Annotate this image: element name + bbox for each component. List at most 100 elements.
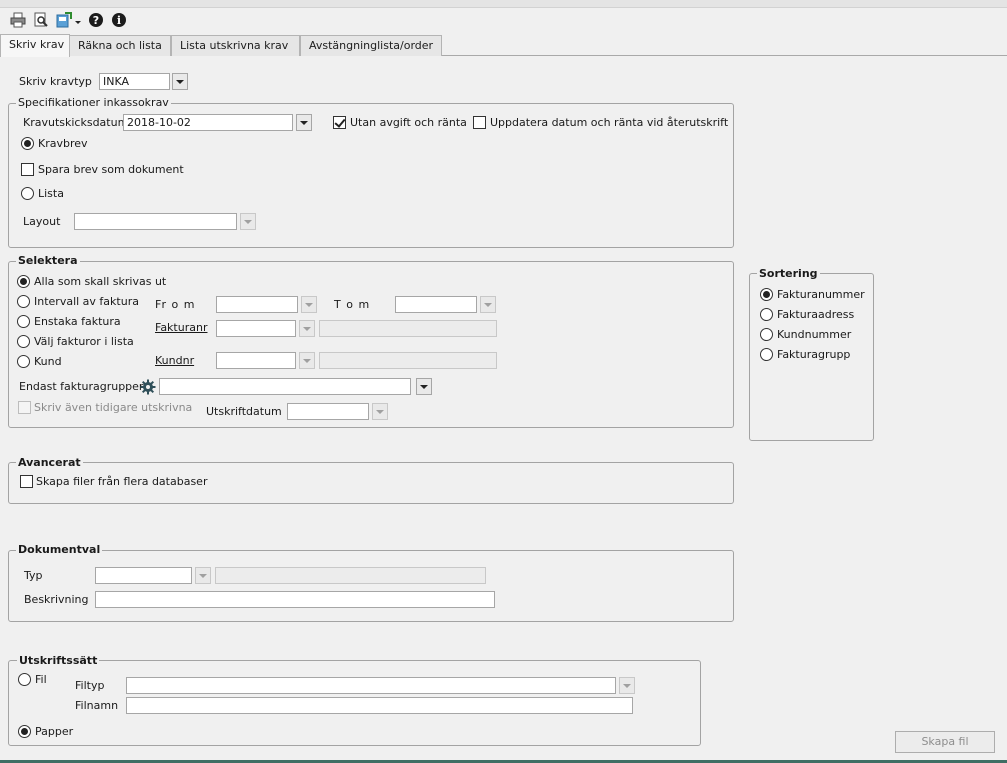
spara-brev-label: Spara brev som dokument xyxy=(38,163,184,176)
papper-radio[interactable] xyxy=(18,725,31,738)
tidigare-checkbox[interactable] xyxy=(18,401,31,414)
kravutskicksdatum-input[interactable]: 2018-10-02 xyxy=(123,114,293,131)
toolbar: ? i xyxy=(0,8,1007,34)
intervall-label: Intervall av faktura xyxy=(34,295,139,308)
lista-radio[interactable] xyxy=(21,187,34,200)
svg-text:i: i xyxy=(117,14,121,27)
spara-brev-checkbox[interactable] xyxy=(21,163,34,176)
sort-fakturagrupp-label: Fakturagrupp xyxy=(777,348,851,361)
utskriftdatum-label: Utskriftdatum xyxy=(206,405,282,418)
fil-label: Fil xyxy=(35,673,47,686)
from-label: Fr o m xyxy=(155,298,196,311)
fakturanr-link[interactable]: Fakturanr xyxy=(155,321,207,334)
spec-group-title: Specifikationer inkassokrav xyxy=(16,96,171,109)
tab-rakna-och-lista[interactable]: Räkna och lista xyxy=(69,35,171,56)
kund-label: Kund xyxy=(34,355,62,368)
kravutskicksdatum-label: Kravutskicksdatum xyxy=(23,116,129,129)
fakturanr-description-field xyxy=(319,320,497,337)
sort-fakturaadress-radio[interactable] xyxy=(760,308,773,321)
utskriftdatum-input[interactable] xyxy=(287,403,369,420)
kravbrev-radio[interactable] xyxy=(21,137,34,150)
tom-dropdown-button[interactable] xyxy=(480,296,496,313)
export-dropdown-arrow-icon[interactable] xyxy=(75,21,81,24)
filtyp-input[interactable] xyxy=(126,677,616,694)
printer-icon[interactable] xyxy=(10,12,26,28)
help-icon[interactable]: ? xyxy=(88,12,104,28)
skapa-filer-label: Skapa filer från flera databaser xyxy=(36,475,208,488)
kravtyp-dropdown-button[interactable] xyxy=(172,73,188,90)
papper-label: Papper xyxy=(35,725,74,738)
dokumentval-group-title: Dokumentval xyxy=(16,543,103,556)
filtyp-dropdown-button[interactable] xyxy=(619,677,635,694)
fakturanr-dropdown-button[interactable] xyxy=(299,320,315,337)
tom-label: T o m xyxy=(334,298,371,311)
kravtyp-label: Skriv kravtyp xyxy=(19,75,92,88)
valj-label: Välj fakturor i lista xyxy=(34,335,134,348)
uppdatera-label: Uppdatera datum och ränta vid återutskri… xyxy=(490,116,729,129)
tab-skriv-krav[interactable]: Skriv krav xyxy=(0,34,70,57)
sort-kundnummer-radio[interactable] xyxy=(760,328,773,341)
enstaka-label: Enstaka faktura xyxy=(34,315,121,328)
valj-radio[interactable] xyxy=(17,335,30,348)
tidigare-label: Skriv även tidigare utskrivna xyxy=(34,401,193,414)
alla-radio[interactable] xyxy=(17,275,30,288)
intervall-radio[interactable] xyxy=(17,295,30,308)
layout-label: Layout xyxy=(23,215,61,228)
sort-kundnummer-label: Kundnummer xyxy=(777,328,852,341)
filnamn-label: Filnamn xyxy=(75,699,119,712)
beskrivning-input[interactable] xyxy=(95,591,495,608)
uppdatera-checkbox[interactable] xyxy=(473,116,486,129)
filtyp-label: Filtyp xyxy=(75,679,105,692)
kundnr-link[interactable]: Kundnr xyxy=(155,354,194,367)
fakturagrupper-input[interactable] xyxy=(159,378,411,395)
export-icon[interactable] xyxy=(56,12,72,28)
dokumentval-group xyxy=(8,550,734,622)
skapa-fil-button[interactable]: Skapa fil xyxy=(895,731,995,753)
kundnr-description-field xyxy=(319,352,497,369)
utan-avgift-label: Utan avgift och ränta xyxy=(350,116,467,129)
fakturanr-input[interactable] xyxy=(216,320,296,337)
enstaka-radio[interactable] xyxy=(17,315,30,328)
typ-input[interactable] xyxy=(95,567,192,584)
svg-text:?: ? xyxy=(93,14,99,27)
filnamn-input[interactable] xyxy=(126,697,633,714)
utskriftdatum-dropdown-button[interactable] xyxy=(372,403,388,420)
lista-label: Lista xyxy=(38,187,64,200)
sort-fakturanummer-label: Fakturanummer xyxy=(777,288,865,301)
kravtyp-input[interactable]: INKA xyxy=(99,73,170,90)
utskriftssatt-group-title: Utskriftssätt xyxy=(17,654,100,667)
from-dropdown-button[interactable] xyxy=(301,296,317,313)
layout-input[interactable] xyxy=(74,213,237,230)
typ-description-field xyxy=(215,567,486,584)
tab-lista-utskrivna-krav[interactable]: Lista utskrivna krav xyxy=(171,35,300,56)
kund-radio[interactable] xyxy=(17,355,30,368)
fakturagrupper-label: Endast fakturagrupper xyxy=(19,380,144,393)
kundnr-dropdown-button[interactable] xyxy=(299,352,315,369)
tab-bar: Skriv krav Räkna och lista Lista utskriv… xyxy=(0,34,1007,57)
info-icon[interactable]: i xyxy=(111,12,127,28)
sort-fakturaadress-label: Fakturaadress xyxy=(777,308,855,321)
gear-icon[interactable] xyxy=(140,379,156,395)
skapa-filer-checkbox[interactable] xyxy=(20,475,33,488)
alla-label: Alla som skall skrivas ut xyxy=(34,275,167,288)
typ-dropdown-button[interactable] xyxy=(195,567,211,584)
selektera-group-title: Selektera xyxy=(16,254,80,267)
avancerat-group-title: Avancerat xyxy=(16,456,83,469)
tom-input[interactable] xyxy=(395,296,477,313)
tab-avstangninglista-order[interactable]: Avstängninglista/order xyxy=(300,35,442,56)
kundnr-input[interactable] xyxy=(216,352,296,369)
beskrivning-label: Beskrivning xyxy=(24,593,89,606)
layout-dropdown-button[interactable] xyxy=(240,213,256,230)
fakturagrupper-dropdown-button[interactable] xyxy=(416,378,432,395)
sort-fakturagrupp-radio[interactable] xyxy=(760,348,773,361)
fil-radio[interactable] xyxy=(18,673,31,686)
typ-label: Typ xyxy=(24,569,43,582)
from-input[interactable] xyxy=(216,296,298,313)
window-top-strip xyxy=(0,0,1007,8)
sort-fakturanummer-radio[interactable] xyxy=(760,288,773,301)
utan-avgift-checkbox[interactable] xyxy=(333,116,346,129)
print-preview-icon[interactable] xyxy=(33,12,49,28)
sortering-group-title: Sortering xyxy=(757,267,820,280)
kravbrev-label: Kravbrev xyxy=(38,137,88,150)
kravutskicksdatum-dropdown-button[interactable] xyxy=(296,114,312,131)
